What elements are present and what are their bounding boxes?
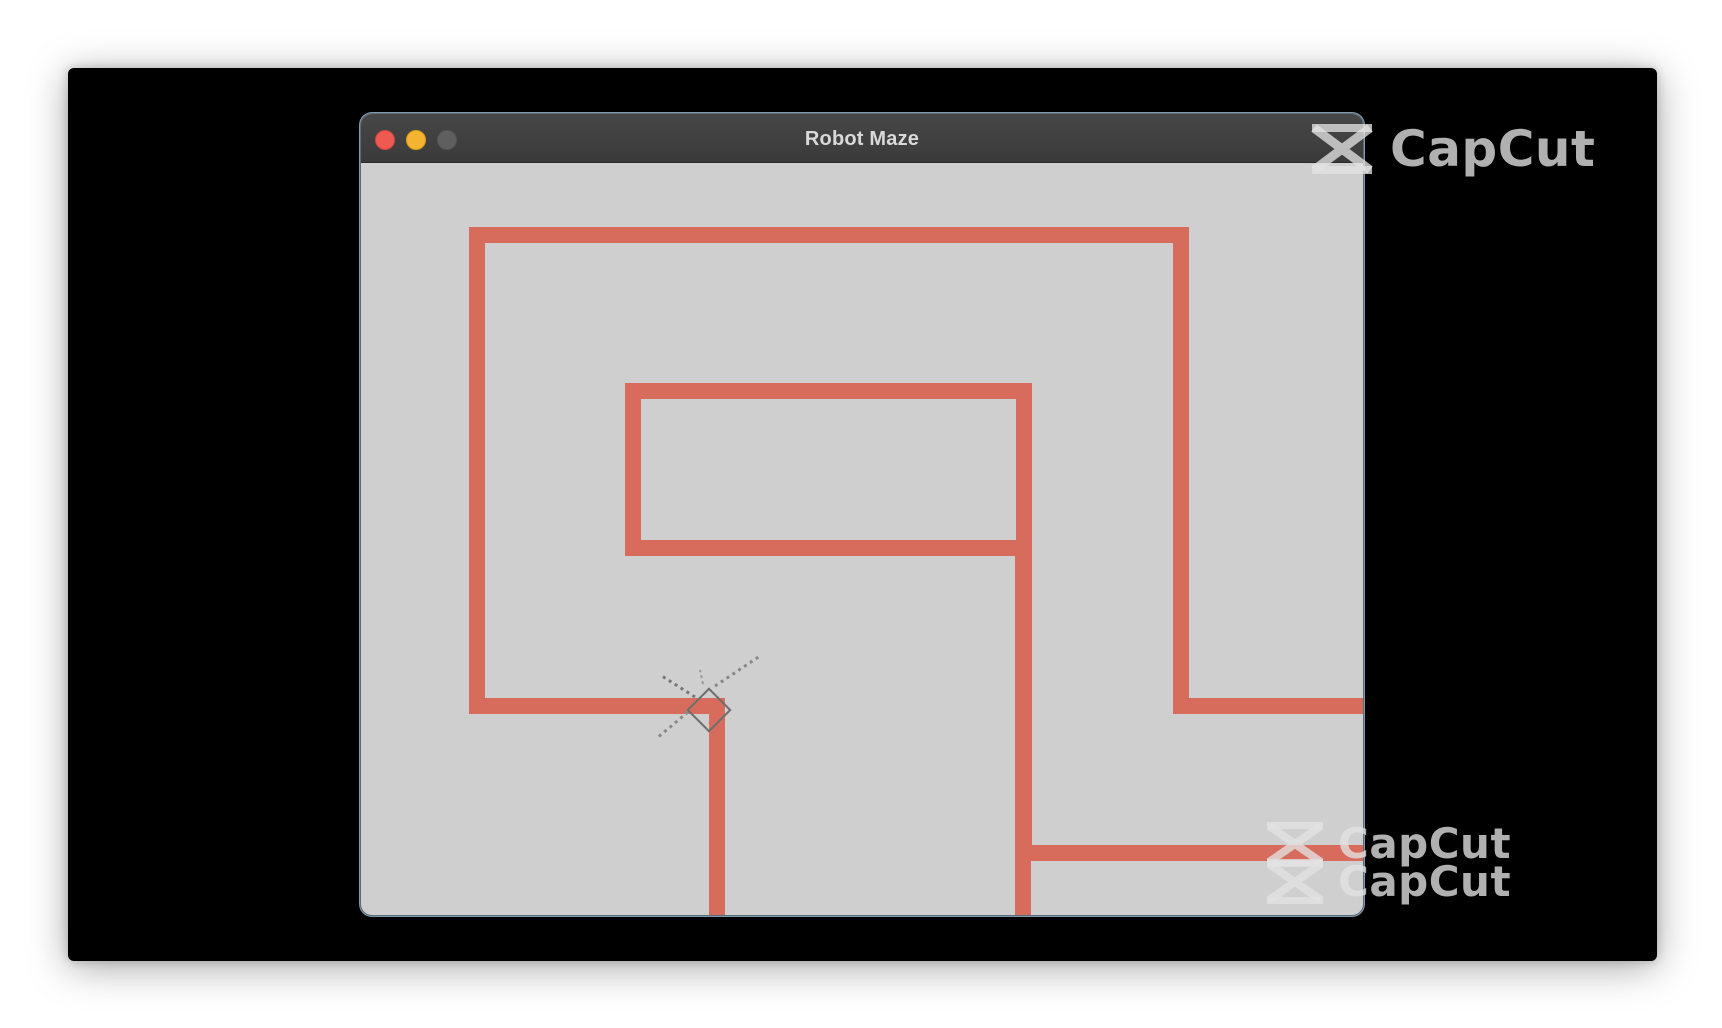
video-frame: Robot Maze CapCut CapCut CapCut bbox=[68, 68, 1657, 961]
capcut-watermark-text: CapCut bbox=[1390, 120, 1596, 178]
robot-sensor-ray-right bbox=[714, 654, 761, 688]
window-title: Robot Maze bbox=[804, 128, 920, 150]
maze-canvas[interactable] bbox=[361, 163, 1363, 915]
robot bbox=[656, 654, 761, 740]
window-titlebar[interactable]: Robot Maze bbox=[361, 114, 1363, 163]
robot-maze-window: Robot Maze bbox=[360, 113, 1364, 916]
maze-wall-outer bbox=[469, 227, 1363, 915]
robot-sensor-ray-left bbox=[661, 674, 696, 699]
capcut-logo-icon bbox=[1266, 859, 1324, 904]
robot-sensor-ray-center bbox=[699, 669, 704, 685]
robot-sensor-ray-back bbox=[656, 710, 689, 740]
capcut-watermark-text: CapCut bbox=[1338, 857, 1512, 906]
capcut-watermark-bottom-2: CapCut bbox=[1264, 857, 1511, 906]
maze-wall-middle bbox=[625, 383, 1363, 915]
capcut-logo-icon bbox=[1311, 124, 1373, 174]
capcut-watermark-top: CapCut bbox=[1308, 120, 1595, 178]
